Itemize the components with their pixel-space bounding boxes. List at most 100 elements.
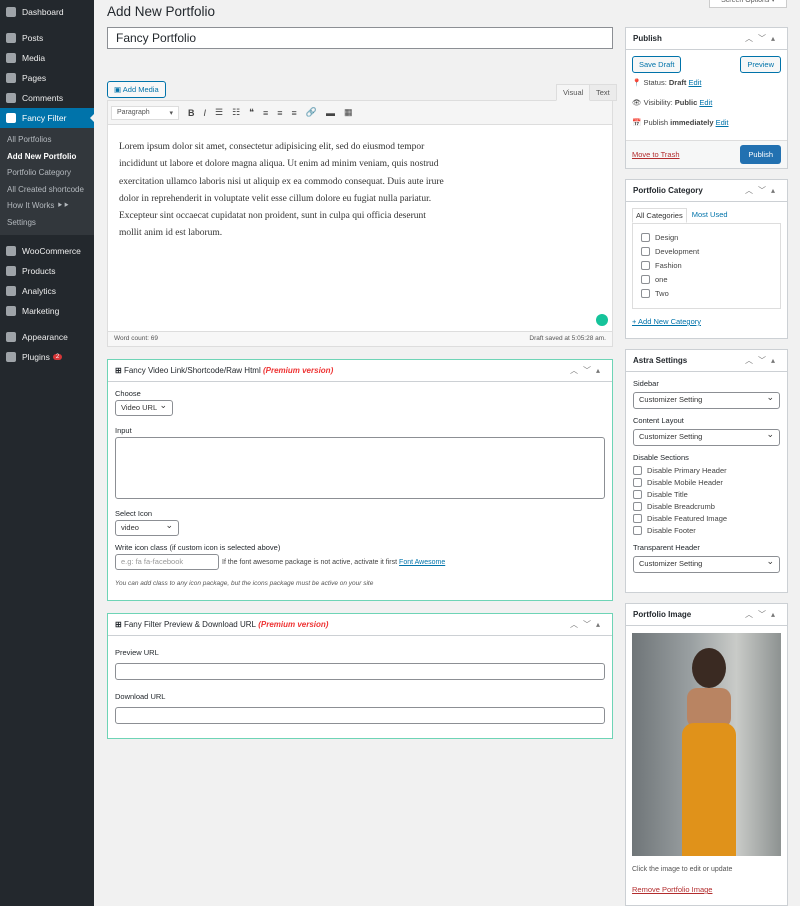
toolbar-toggle-icon[interactable]: ▦: [344, 107, 353, 118]
submenu-all-shortcode[interactable]: All Created shortcode: [0, 182, 94, 199]
read-more-icon[interactable]: ▬: [326, 108, 335, 118]
publish-box: Publish ︿﹀▴ Save Draft Preview 📍 Status: D…: [625, 27, 788, 169]
checkbox[interactable]: [641, 232, 650, 242]
menu-plugins[interactable]: Plugins 2: [0, 347, 94, 367]
category-label: one: [655, 274, 668, 284]
move-arrows-icon[interactable]: ︿﹀▴: [745, 33, 780, 44]
align-center-icon[interactable]: ≡: [277, 108, 282, 118]
link-icon[interactable]: 🔗: [306, 107, 317, 118]
bullet-list-icon[interactable]: ☰: [215, 107, 223, 118]
bold-icon[interactable]: B: [188, 108, 195, 118]
checkbox[interactable]: [633, 513, 642, 523]
content-layout-select[interactable]: Customizer Setting: [633, 429, 780, 446]
disable-option[interactable]: Disable Title: [633, 488, 780, 500]
numbered-list-icon[interactable]: ☷: [232, 107, 240, 118]
menu-products[interactable]: Products: [0, 261, 94, 281]
icon-hint: You can add class to any icon package, b…: [115, 580, 374, 587]
font-awesome-link[interactable]: Font Awesome: [399, 559, 445, 566]
tab-most-used[interactable]: Most Used: [687, 208, 733, 223]
italic-icon[interactable]: I: [204, 108, 207, 118]
checkbox[interactable]: [633, 525, 642, 535]
edit-date-link[interactable]: Edit: [716, 118, 729, 127]
category-item[interactable]: one: [641, 272, 772, 286]
category-item[interactable]: Two: [641, 286, 772, 300]
portfolio-image[interactable]: [632, 633, 781, 856]
menu-appearance[interactable]: Appearance: [0, 327, 94, 347]
edit-status-link[interactable]: Edit: [689, 78, 702, 87]
move-arrows-icon[interactable]: ︿﹀▴: [745, 355, 780, 366]
add-new-category-link[interactable]: + Add New Category: [632, 317, 781, 326]
tab-visual[interactable]: Visual: [556, 84, 591, 101]
submenu-settings[interactable]: Settings: [0, 215, 94, 232]
icon-class-input[interactable]: e.g: fa fa-facebook: [115, 554, 219, 570]
eye-icon: 👁: [632, 98, 642, 107]
submenu-all-portfolios[interactable]: All Portfolios: [0, 132, 94, 149]
submenu-portfolio-category[interactable]: Portfolio Category: [0, 165, 94, 182]
move-arrows-icon[interactable]: ︿﹀▴: [570, 365, 605, 376]
preview-metabox: ⊞ Fany Filter Preview & Download URL (Pr…: [107, 613, 613, 739]
screen-options-button[interactable]: Screen Options ▾: [709, 0, 787, 8]
save-draft-button[interactable]: Save Draft: [632, 56, 682, 73]
megaphone-icon: [6, 306, 16, 316]
disable-option[interactable]: Disable Breadcrumb: [633, 500, 780, 512]
download-url-input[interactable]: [115, 707, 605, 724]
add-media-button[interactable]: ▣ Add Media: [107, 81, 166, 98]
preview-url-input[interactable]: [115, 663, 605, 680]
format-select[interactable]: Paragraph ▾: [111, 105, 179, 120]
tab-text[interactable]: Text: [589, 84, 617, 101]
checkbox[interactable]: [633, 465, 642, 475]
video-metabox: ⊞ Fancy Video Link/Shortcode/Raw Html (P…: [107, 359, 613, 601]
transparent-header-select[interactable]: Customizer Setting: [633, 556, 780, 573]
format-value: Paragraph: [117, 108, 150, 116]
sidebar-select[interactable]: Customizer Setting: [633, 392, 780, 409]
disable-option[interactable]: Disable Primary Header: [633, 464, 780, 476]
category-list: Design Development Fashion one Two: [632, 223, 781, 309]
category-item[interactable]: Fashion: [641, 258, 772, 272]
remove-image-link[interactable]: Remove Portfolio Image: [632, 885, 781, 894]
choose-select[interactable]: Video URL: [115, 400, 173, 416]
blockquote-icon[interactable]: ❝: [249, 107, 254, 118]
select-icon-select[interactable]: video: [115, 520, 179, 536]
checkbox[interactable]: [641, 288, 650, 298]
grammarly-icon[interactable]: [596, 314, 608, 326]
menu-analytics[interactable]: Analytics: [0, 281, 94, 301]
menu-posts[interactable]: Posts: [0, 28, 94, 48]
category-item[interactable]: Development: [641, 244, 772, 258]
move-arrows-icon[interactable]: ︿﹀▴: [745, 185, 780, 196]
preview-button[interactable]: Preview: [740, 56, 781, 73]
disable-option[interactable]: Disable Mobile Header: [633, 476, 780, 488]
checkbox[interactable]: [633, 489, 642, 499]
menu-comments[interactable]: Comments: [0, 88, 94, 108]
menu-woocommerce[interactable]: WooCommerce: [0, 241, 94, 261]
checkbox[interactable]: [641, 274, 650, 284]
category-item[interactable]: Design: [641, 230, 772, 244]
menu-media[interactable]: Media: [0, 48, 94, 68]
checkbox[interactable]: [633, 501, 642, 511]
menu-pages[interactable]: Pages: [0, 68, 94, 88]
input-textarea[interactable]: [115, 437, 605, 499]
submenu-add-new-portfolio[interactable]: Add New Portfolio: [0, 149, 94, 166]
menu-dashboard[interactable]: Dashboard: [0, 2, 94, 22]
edit-visibility-link[interactable]: Edit: [699, 98, 712, 107]
grid-icon: [6, 113, 16, 123]
checkbox[interactable]: [641, 246, 650, 256]
checkbox[interactable]: [633, 477, 642, 487]
post-title-input[interactable]: Fancy Portfolio: [107, 27, 613, 49]
metabox-title: Astra Settings: [633, 356, 688, 365]
publish-button[interactable]: Publish: [740, 145, 781, 164]
move-arrows-icon[interactable]: ︿﹀▴: [745, 609, 780, 620]
align-right-icon[interactable]: ≡: [292, 108, 297, 118]
brush-icon: [6, 332, 16, 342]
move-arrows-icon[interactable]: ︿﹀▴: [570, 619, 605, 630]
align-left-icon[interactable]: ≡: [263, 108, 268, 118]
menu-fancy-filter[interactable]: Fancy Filter: [0, 108, 94, 128]
disable-option[interactable]: Disable Footer: [633, 524, 780, 536]
tab-all-categories[interactable]: All Categories: [632, 208, 687, 223]
metabox-header: Portfolio Image ︿﹀▴: [626, 604, 787, 626]
submenu-how-it-works[interactable]: How It Works ⯈⯈: [0, 198, 94, 215]
move-to-trash-link[interactable]: Move to Trash: [632, 150, 680, 159]
disable-option[interactable]: Disable Featured Image: [633, 512, 780, 524]
menu-marketing[interactable]: Marketing: [0, 301, 94, 321]
editor-content[interactable]: Lorem ipsum dolor sit amet, consectetur …: [108, 125, 458, 257]
checkbox[interactable]: [641, 260, 650, 270]
